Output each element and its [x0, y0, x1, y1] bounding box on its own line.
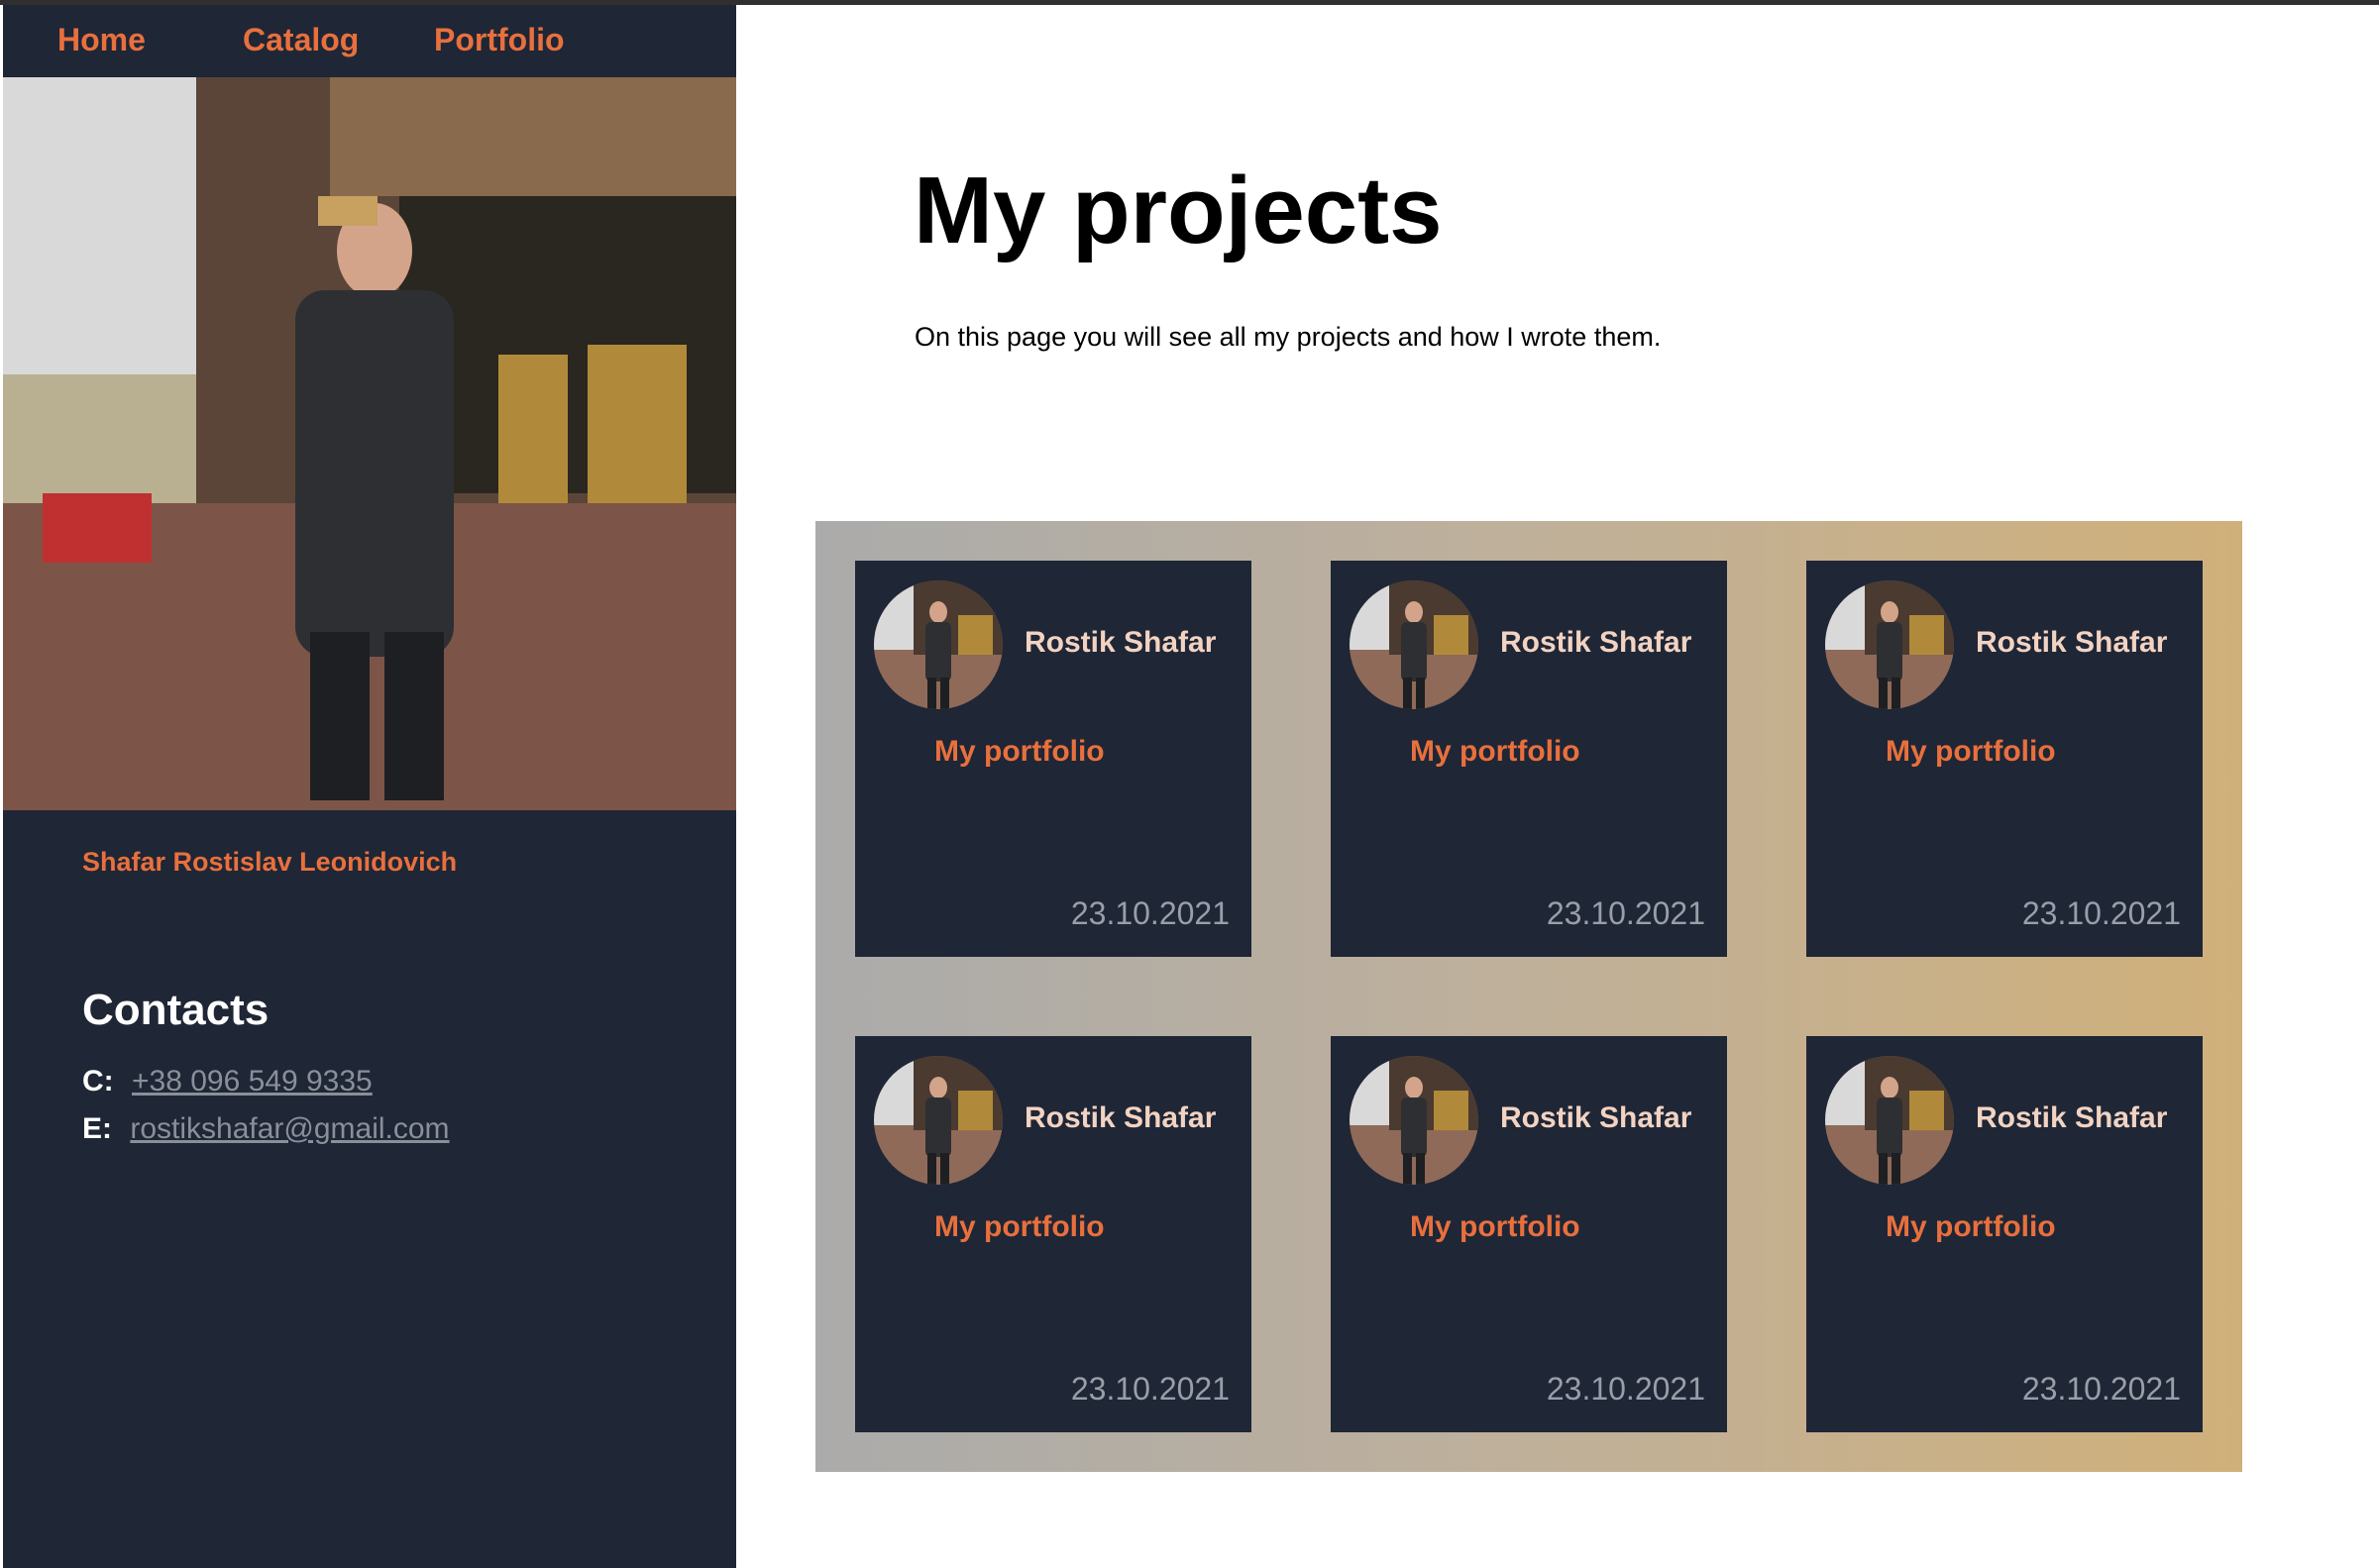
project-card[interactable]: Rostik Shafar My portfolio 23.10.2021	[1331, 561, 1727, 957]
profile-photo	[3, 77, 736, 810]
project-card[interactable]: Rostik Shafar My portfolio 23.10.2021	[1806, 1036, 2203, 1432]
avatar	[1825, 1056, 1954, 1185]
card-date: 23.10.2021	[2021, 895, 2181, 931]
nav-catalog-link[interactable]: Catalog	[243, 22, 359, 58]
card-date: 23.10.2021	[1546, 895, 1705, 931]
email-key: E:	[82, 1112, 112, 1145]
card-date: 23.10.2021	[1546, 1371, 1705, 1407]
card-title[interactable]: My portfolio	[1886, 735, 2056, 769]
email-link[interactable]: rostikshafar@gmail.com	[130, 1112, 449, 1145]
avatar	[874, 580, 1003, 709]
card-author: Rostik Shafar	[1500, 626, 1692, 659]
contact-phone-row: C: +38 096 549 9335	[82, 1065, 373, 1098]
card-title[interactable]: My portfolio	[1886, 1210, 2056, 1244]
card-title[interactable]: My portfolio	[1410, 735, 1580, 769]
sidebar: Home Catalog Portfolio Shafar Rostislav …	[3, 5, 736, 1568]
card-author: Rostik Shafar	[1025, 626, 1217, 659]
phone-link[interactable]: +38 096 549 9335	[132, 1065, 373, 1098]
card-date: 23.10.2021	[1070, 895, 1230, 931]
phone-key: C:	[82, 1065, 114, 1098]
avatar	[874, 1056, 1003, 1185]
project-card[interactable]: Rostik Shafar My portfolio 23.10.2021	[855, 561, 1251, 957]
avatar	[1825, 580, 1954, 709]
contact-email-row: E: rostikshafar@gmail.com	[82, 1112, 450, 1146]
project-card[interactable]: Rostik Shafar My portfolio 23.10.2021	[855, 1036, 1251, 1432]
page-title: My projects	[914, 157, 1443, 263]
project-card[interactable]: Rostik Shafar My portfolio 23.10.2021	[1806, 561, 2203, 957]
avatar	[1350, 580, 1478, 709]
card-date: 23.10.2021	[1070, 1371, 1230, 1407]
card-title[interactable]: My portfolio	[934, 1210, 1105, 1244]
top-nav: Home Catalog Portfolio	[3, 5, 736, 77]
card-author: Rostik Shafar	[1976, 626, 2168, 659]
nav-home-link[interactable]: Home	[57, 22, 146, 58]
projects-grid: Rostik Shafar My portfolio 23.10.2021 Ro…	[815, 521, 2242, 1472]
nav-portfolio-link[interactable]: Portfolio	[434, 22, 565, 58]
card-author: Rostik Shafar	[1976, 1101, 2168, 1134]
profile-full-name: Shafar Rostislav Leonidovich	[82, 847, 458, 877]
card-date: 23.10.2021	[2021, 1371, 2181, 1407]
card-title[interactable]: My portfolio	[1410, 1210, 1580, 1244]
page-description: On this page you will see all my project…	[915, 322, 1662, 352]
project-card[interactable]: Rostik Shafar My portfolio 23.10.2021	[1331, 1036, 1727, 1432]
contacts-heading: Contacts	[82, 986, 270, 1034]
card-author: Rostik Shafar	[1500, 1101, 1692, 1134]
card-author: Rostik Shafar	[1025, 1101, 1217, 1134]
avatar	[1350, 1056, 1478, 1185]
card-title[interactable]: My portfolio	[934, 735, 1105, 769]
